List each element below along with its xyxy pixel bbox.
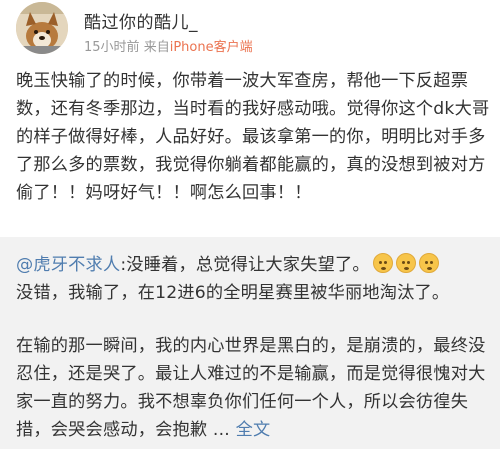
- reposted-content[interactable]: @虎牙不求人:没睡着，总觉得让大家失望了。 没错，我输了，在12进6的全明星赛里…: [0, 237, 500, 449]
- dog-avatar-icon: [16, 2, 68, 54]
- user-avatar[interactable]: [16, 2, 68, 54]
- pensive-face-icon: [372, 253, 393, 273]
- source-prefix: 来自: [143, 40, 170, 55]
- user-mention-link[interactable]: @虎牙不求人: [16, 255, 120, 275]
- username[interactable]: 酷过你的酷儿_: [84, 8, 198, 33]
- repost-paragraph: 在输的那一瞬间，我的内心世界是黑白的，是崩溃的，最终没忍住，还是哭了。最让人难过…: [16, 332, 494, 444]
- repost-text: @虎牙不求人:没睡着，总觉得让大家失望了。 没错，我输了，在12进6的全明星赛里…: [16, 251, 494, 307]
- pensive-face-icon: [418, 253, 439, 273]
- repost-first-line: :没睡着，总觉得让大家失望了。: [120, 255, 370, 275]
- pensive-face-icon: [395, 253, 416, 273]
- post-meta: 15小时前 来自iPhone客户端: [84, 36, 253, 55]
- weibo-post: 酷过你的酷儿_ 15小时前 来自iPhone客户端 晚玉快输了的时候，你带着一波…: [0, 0, 500, 236]
- full-text-link[interactable]: 全文: [236, 420, 271, 440]
- post-text: 晚玉快输了的时候，你带着一波大军查房，帮他一下反超票数，还有冬季那边，当时看的我…: [16, 71, 490, 203]
- repost-second-line: 没错，我输了，在12进6的全明星赛里被华丽地淘汰了。: [16, 283, 450, 303]
- post-time: 15小时前: [84, 40, 140, 55]
- post-source-link[interactable]: iPhone客户端: [170, 40, 253, 55]
